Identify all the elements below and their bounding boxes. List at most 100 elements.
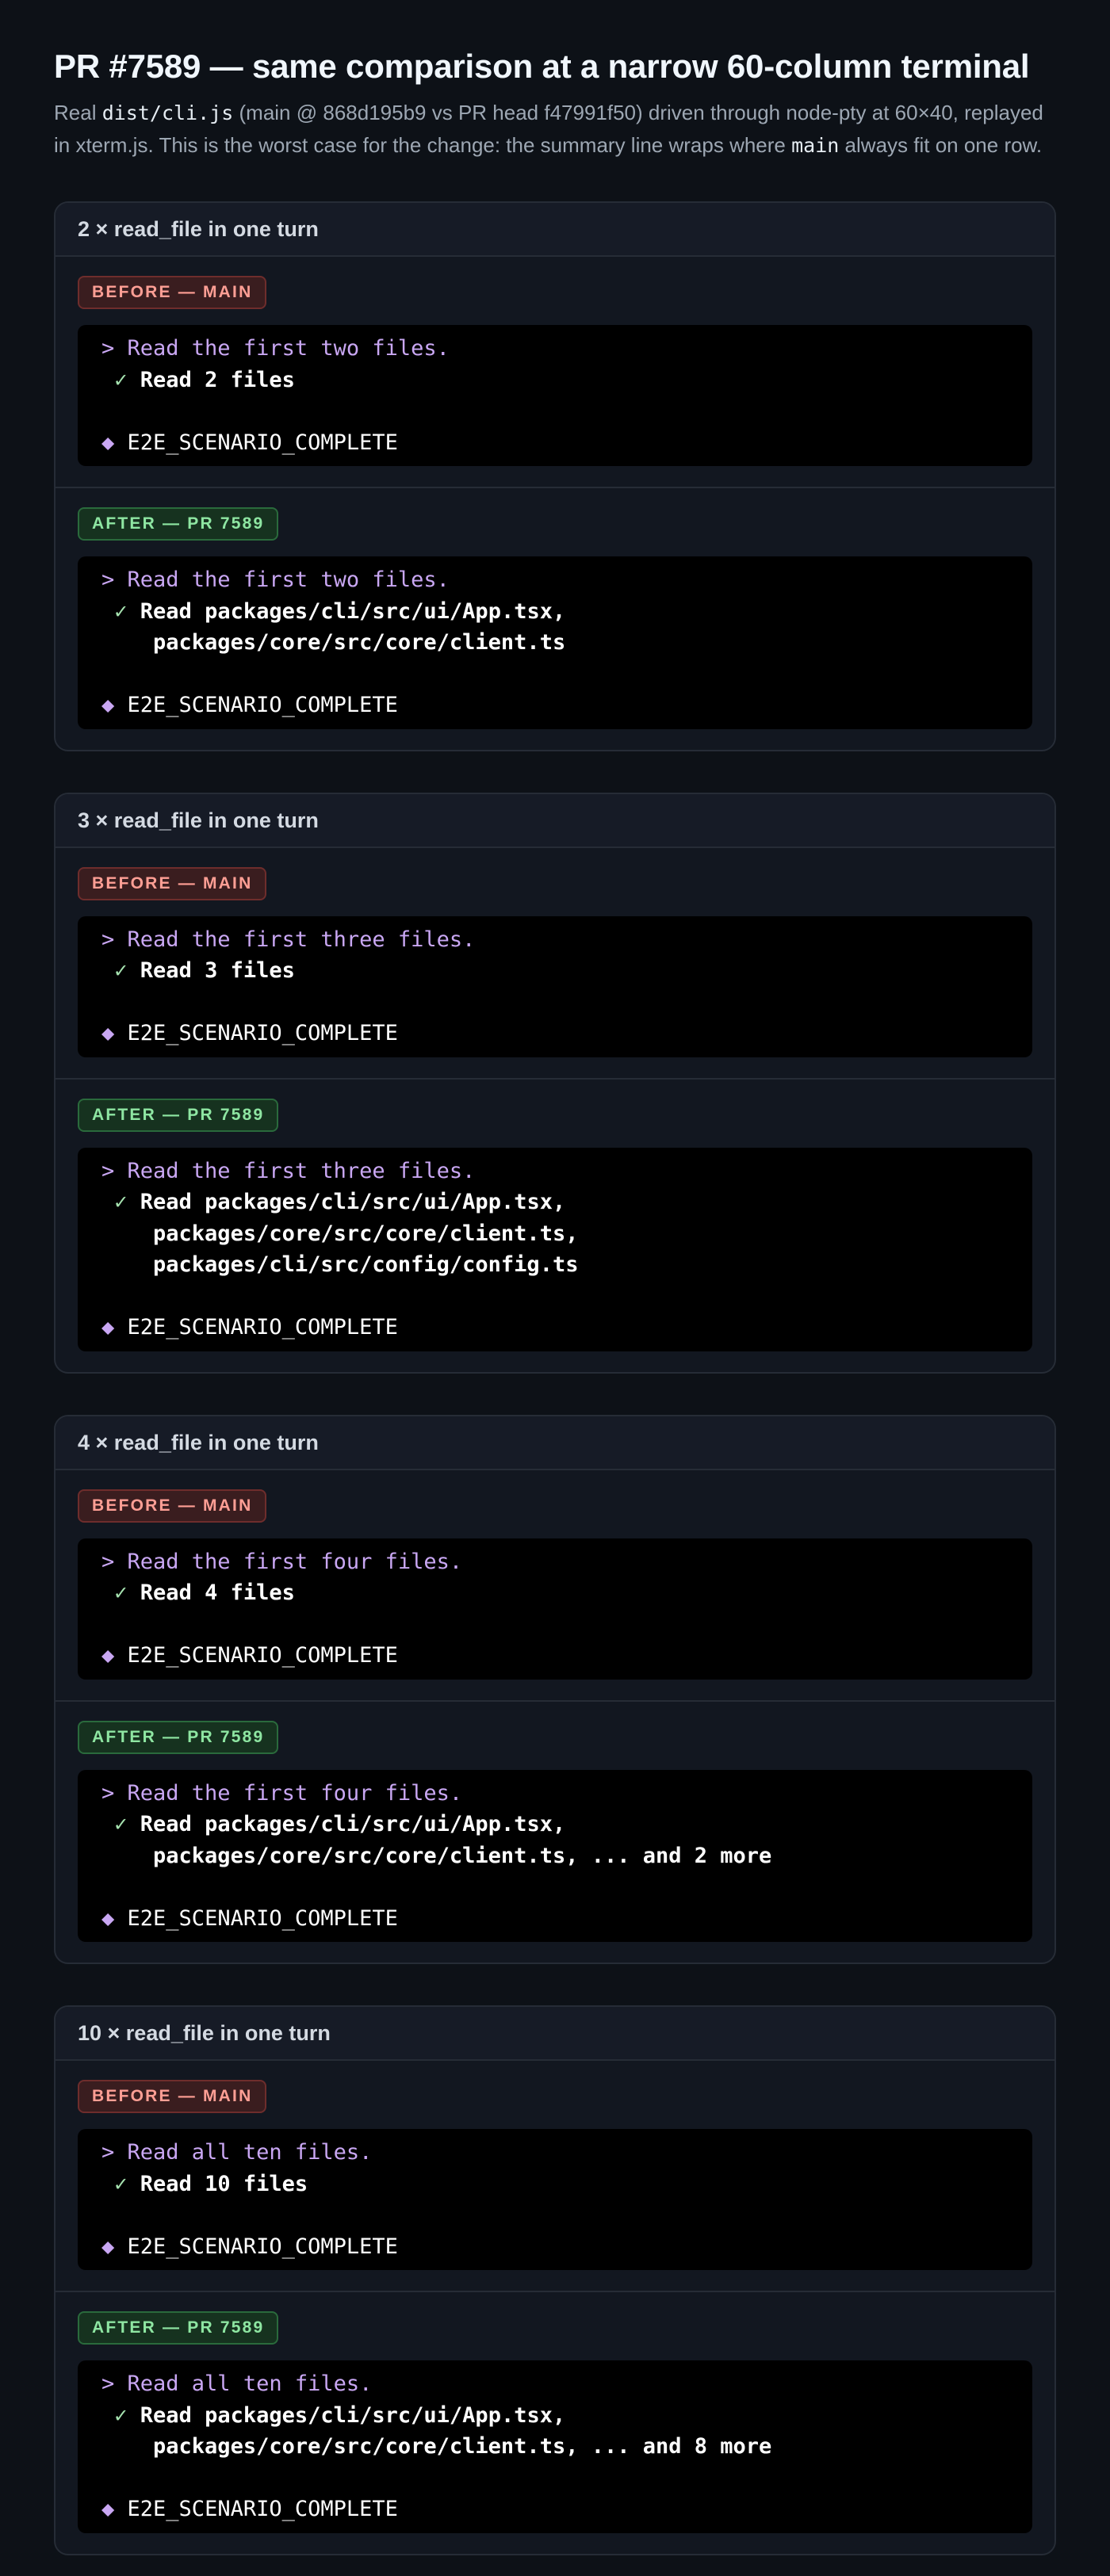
checkmark-icon: ✓ [114,367,128,392]
diamond-icon: ◆ [101,2234,115,2259]
completion-line: ◆ E2E_SCENARIO_COMPLETE [101,690,1009,721]
completion-line: ◆ E2E_SCENARIO_COMPLETE [101,2231,1009,2263]
prompt-marker: > [101,336,128,361]
tool-summary-text: Read 3 files [140,958,295,983]
scenario-heading: 10 × read_file in one turn [56,2007,1054,2061]
diamond-icon: ◆ [101,1021,115,1045]
before-panel: BEFORE — MAIN > Read the first four files… [56,1470,1054,1700]
before-terminal-output: > Read the first two files. ✓ Read 2 fil… [78,325,1032,466]
terminal-prompt-line: > Read the first three files. [101,1156,1009,1187]
after-terminal-output: > Read the first four files. ✓ Read pack… [78,1769,1032,1942]
before-badge: BEFORE — MAIN [78,1489,267,1523]
completion-line: ◆ E2E_SCENARIO_COMPLETE [101,1312,1009,1343]
user-prompt-text: Read the first four files. [127,1780,463,1806]
after-badge: AFTER — PR 7589 [78,1098,279,1132]
after-panel: AFTER — PR 7589 > Read the first four fil… [56,1699,1054,1963]
tool-summary-text: Read packages/cli/src/ui/App.tsx, [140,1190,566,1214]
after-badge: AFTER — PR 7589 [78,1720,279,1754]
completion-line: ◆ E2E_SCENARIO_COMPLETE [101,1903,1009,1935]
prompt-marker: > [101,1549,128,1574]
terminal-prompt-line: > Read all ten files. [101,2137,1009,2169]
checkmark-icon: ✓ [114,1190,128,1214]
after-terminal-output: > Read the first two files. ✓ Read packa… [78,556,1032,729]
checkmark-icon: ✓ [114,598,128,624]
diamond-icon: ◆ [101,1905,115,1931]
scenario-list: 2 × read_file in one turn BEFORE — MAIN > … [54,201,1056,2555]
user-prompt-text: Read the first two files. [127,568,450,592]
before-panel: BEFORE — MAIN > Read the first three file… [56,848,1054,1078]
completion-marker-text: E2E_SCENARIO_COMPLETE [127,1905,398,1931]
user-prompt-text: Read the first three files. [127,927,476,952]
diamond-icon: ◆ [101,2497,115,2521]
scenario-card: 3 × read_file in one turn BEFORE — MAIN > … [54,792,1056,1374]
scenario-card: 10 × read_file in one turn BEFORE — MAIN >… [54,2005,1056,2555]
after-panel: AFTER — PR 7589 > Read the first two file… [56,487,1054,750]
checkmark-icon: ✓ [114,1580,128,1605]
prompt-marker: > [101,927,128,952]
tool-summary-line: ✓ Read 2 files [101,365,1009,396]
tool-summary-text: Read 4 files [140,1580,295,1605]
after-panel: AFTER — PR 7589 > Read all ten files. ✓ R… [56,2291,1054,2554]
completion-marker-text: E2E_SCENARIO_COMPLETE [127,2497,398,2521]
terminal-prompt-line: > Read the first three files. [101,924,1009,956]
prompt-marker: > [101,1158,128,1183]
prompt-marker: > [101,2372,128,2396]
completion-marker-text: E2E_SCENARIO_COMPLETE [127,430,398,455]
after-badge: AFTER — PR 7589 [78,2311,279,2345]
completion-line: ◆ E2E_SCENARIO_COMPLETE [101,1640,1009,1672]
tool-summary-text: Read 10 files [140,2171,308,2196]
tool-summary-line: ✓ Read 4 files [101,1577,1009,1609]
subtitle-text-3: always fit on one row. [839,133,1043,157]
completion-line: ◆ E2E_SCENARIO_COMPLETE [101,1018,1009,1049]
diamond-icon: ◆ [101,430,115,455]
scenario-heading: 4 × read_file in one turn [56,1416,1054,1470]
prompt-marker: > [101,568,128,592]
completion-line: ◆ E2E_SCENARIO_COMPLETE [101,427,1009,459]
after-terminal-output: > Read all ten files. ✓ Read packages/cl… [78,2360,1032,2533]
completion-marker-text: E2E_SCENARIO_COMPLETE [127,1021,398,1045]
tool-summary-line: ✓ Read 10 files [101,2169,1009,2200]
after-terminal-output: > Read the first three files. ✓ Read pac… [78,1147,1032,1351]
after-panel: AFTER — PR 7589 > Read the first three fi… [56,1077,1054,1372]
tool-summary-text: Read packages/cli/src/ui/App.tsx, [140,1812,566,1836]
completion-marker-text: E2E_SCENARIO_COMPLETE [127,1643,398,1668]
tool-summary-text: packages/cli/src/config/config.ts [153,1252,579,1277]
page-title: PR #7589 — same comparison at a narrow 6… [54,48,1030,85]
tool-summary-line: ✓ Read packages/cli/src/ui/App.tsx, [101,2400,1009,2432]
tool-summary-text: Read 2 files [140,367,295,392]
tool-summary-text: packages/core/src/core/client.ts [153,630,566,655]
before-badge: BEFORE — MAIN [78,276,267,309]
tool-summary-line: ✓ Read packages/cli/src/ui/App.tsx, [101,1809,1009,1840]
user-prompt-text: Read all ten files. [127,2372,373,2396]
subtitle-code-cli: dist/cli.js [101,101,234,124]
page: PR #7589 — same comparison at a narrow 6… [0,0,1110,2555]
tool-summary-line: ✓ Read packages/cli/src/ui/App.tsx, [101,596,1009,628]
checkmark-icon: ✓ [114,2402,128,2428]
user-prompt-text: Read the first two files. [127,336,450,361]
checkmark-icon: ✓ [114,958,128,983]
subtitle-code-main: main [791,134,840,157]
tool-summary-line: packages/core/src/core/client.ts [101,627,1009,659]
tool-summary-line: packages/core/src/core/client.ts, ... an… [101,2431,1009,2463]
tool-summary-text: packages/core/src/core/client.ts, ... an… [153,2434,772,2459]
before-panel: BEFORE — MAIN > Read all ten files. ✓ Rea… [56,2061,1054,2291]
diamond-icon: ◆ [101,693,115,717]
before-terminal-output: > Read the first four files. ✓ Read 4 fi… [78,1538,1032,1680]
tool-summary-line: packages/core/src/core/client.ts, ... an… [101,1840,1009,1872]
scenario-heading: 3 × read_file in one turn [56,793,1054,848]
checkmark-icon: ✓ [114,1812,128,1836]
completion-marker-text: E2E_SCENARIO_COMPLETE [127,2234,398,2259]
terminal-prompt-line: > Read the first two files. [101,564,1009,596]
tool-summary-line: ✓ Read 3 files [101,955,1009,987]
scenario-heading: 2 × read_file in one turn [56,203,1054,257]
prompt-marker: > [101,1780,128,1806]
terminal-prompt-line: > Read the first four files. [101,1778,1009,1810]
terminal-prompt-line: > Read all ten files. [101,2368,1009,2400]
